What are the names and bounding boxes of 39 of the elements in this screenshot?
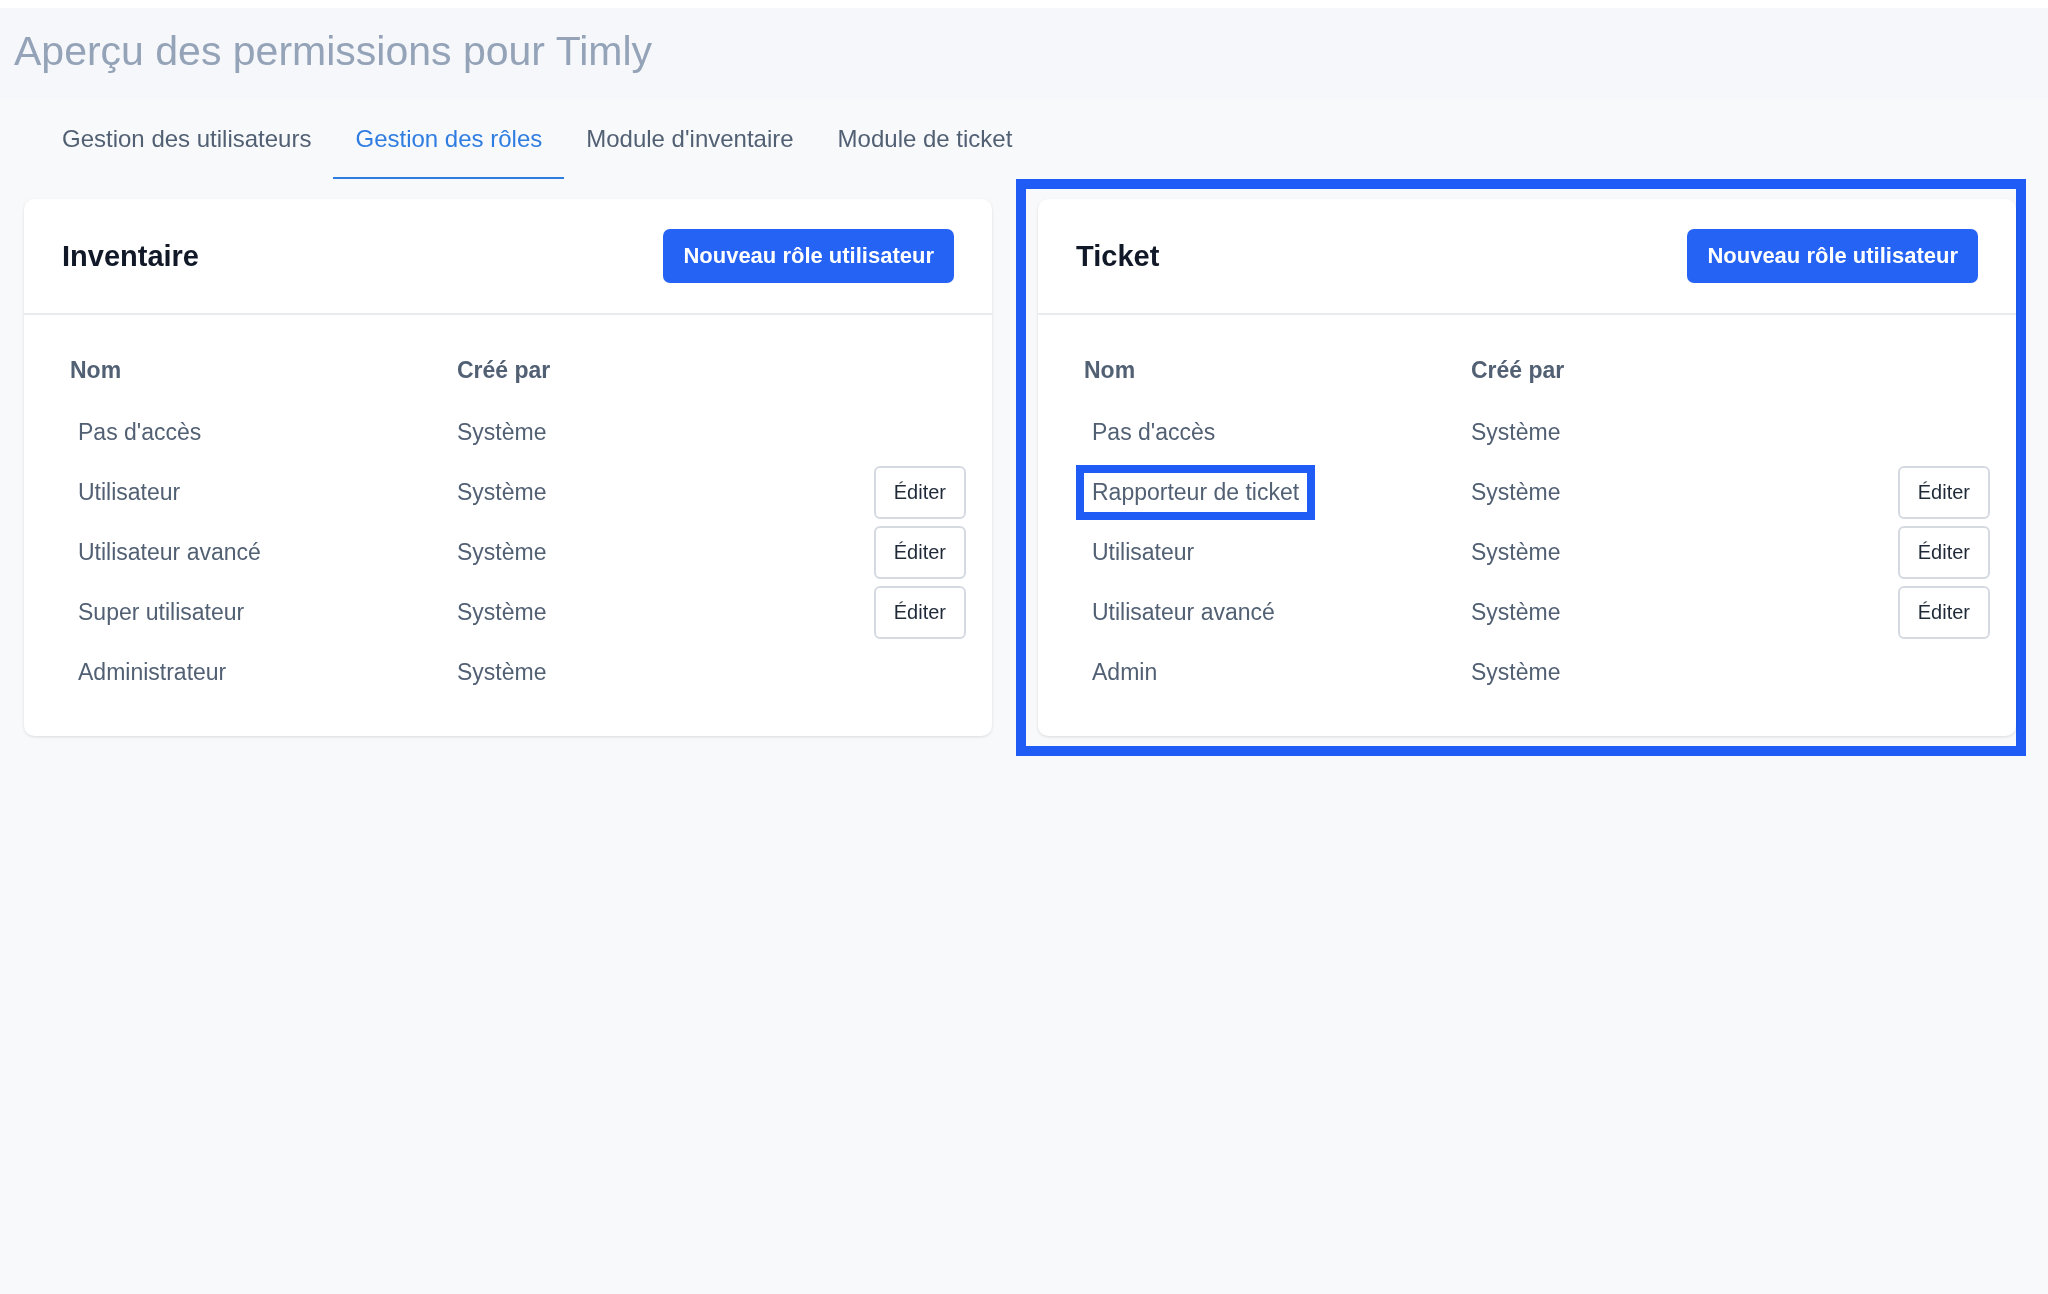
creator-text: Système [1471,658,1561,685]
creator-text: Système [1471,598,1561,625]
tab[interactable]: Module d'inventaire [564,99,816,179]
column-header: Nom [1083,356,1137,385]
role-name: Administrateur [77,657,228,687]
page-title: Aperçu des permissions pour Timly [14,28,654,75]
new-role-button[interactable]: Nouveau rôle utilisateur [663,229,954,283]
creator-text: Système [457,418,547,445]
column-header: Nom [69,356,123,385]
role-name: Utilisateur [1091,537,1196,567]
tab[interactable]: Gestion des rôles [333,99,565,179]
creator-text: Système [457,598,547,625]
role-name: Admin [1091,657,1159,687]
creator-text: Système [457,538,547,565]
creator-text: Système [1471,538,1561,565]
edit-button[interactable]: Éditer [873,465,966,519]
creator-text: Système [1471,418,1561,445]
card-title: Ticket [1076,239,1160,273]
role-name: Utilisateur avancé [1091,597,1276,627]
tab[interactable]: Module de ticket [815,99,1035,179]
role-name: Pas d'accès [77,417,203,447]
edit-button[interactable]: Éditer [873,585,966,639]
column-header: Créé par [456,356,552,385]
edit-button[interactable]: Éditer [1897,525,1990,579]
edit-button[interactable]: Éditer [1897,585,1990,639]
role-name: Utilisateur [77,477,182,507]
creator-text: Système [457,478,547,505]
column-header: Créé par [1470,356,1566,385]
edit-button[interactable]: Éditer [873,525,966,579]
new-role-button[interactable]: Nouveau rôle utilisateur [1687,229,1978,283]
creator-text: Système [457,658,547,685]
edit-button[interactable]: Éditer [1897,465,1990,519]
role-name: Utilisateur avancé [77,537,262,567]
role-name: Super utilisateur [77,597,246,627]
role-name: Pas d'accès [1091,417,1217,447]
role-name: Rapporteur de ticket [1076,464,1316,520]
card-title: Inventaire [62,239,199,273]
creator-text: Système [1471,478,1561,505]
tab[interactable]: Gestion des utilisateurs [40,99,334,179]
